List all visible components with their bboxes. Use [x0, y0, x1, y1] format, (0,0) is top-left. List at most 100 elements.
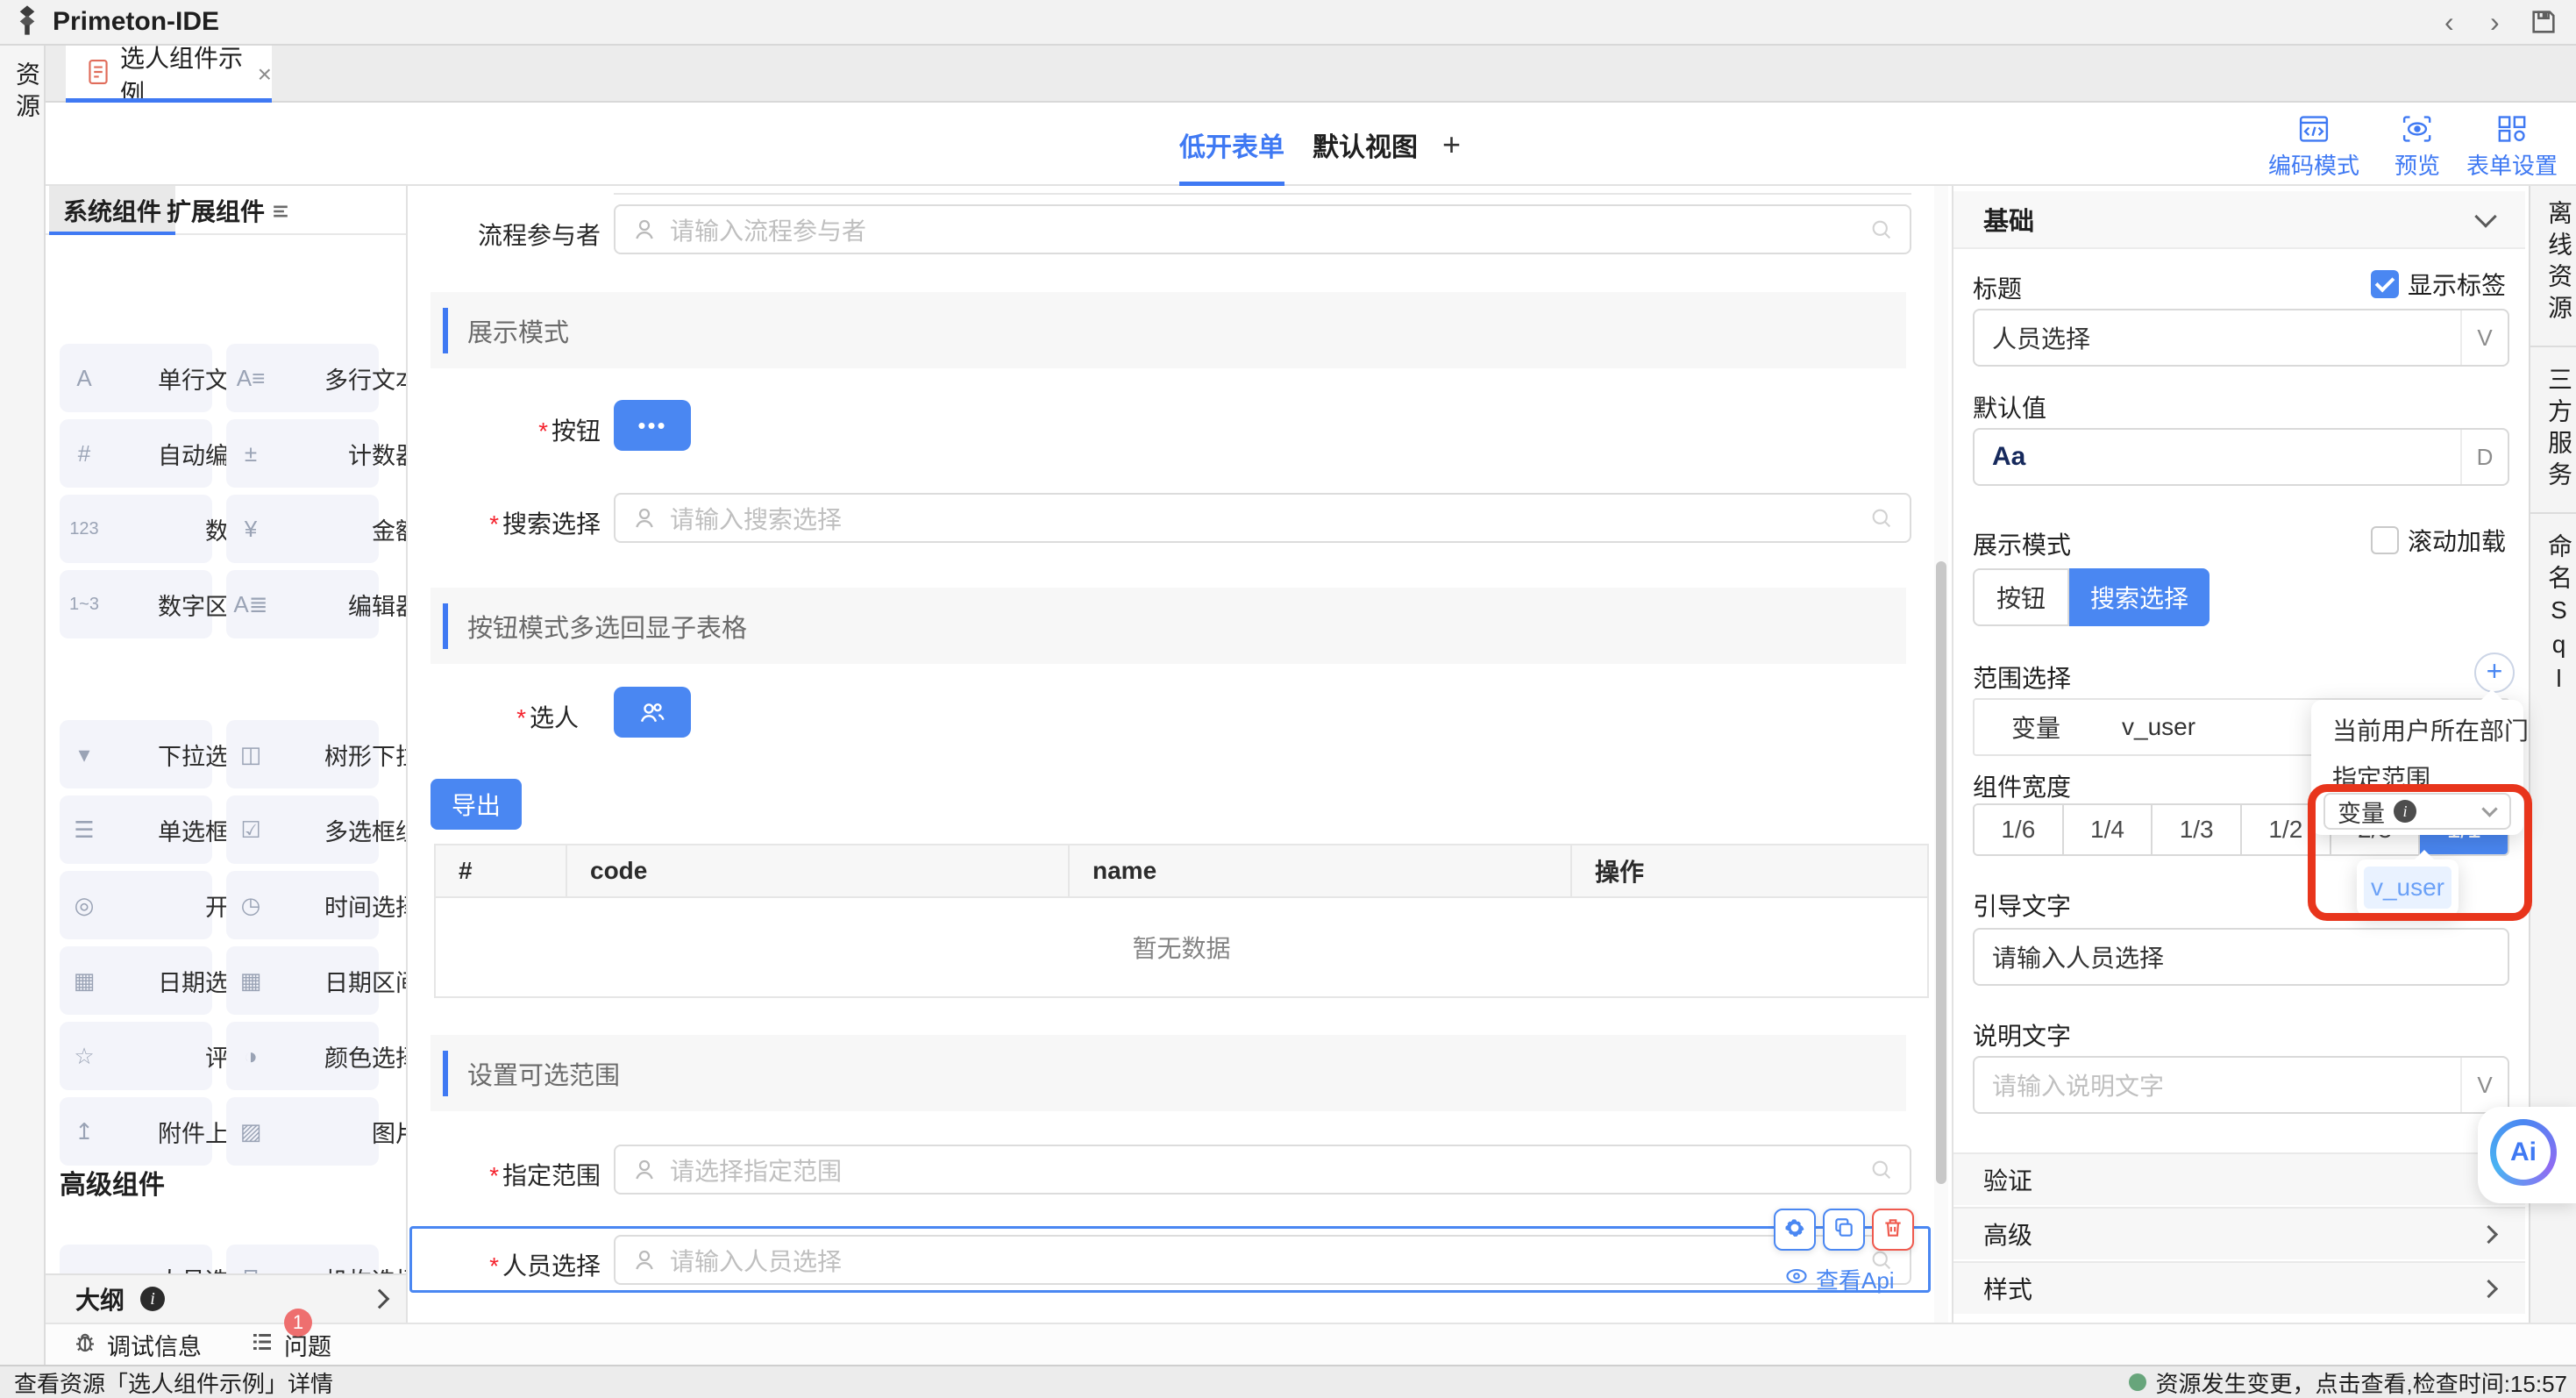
export-button[interactable]: 导出: [431, 779, 522, 830]
component-card-auto-number[interactable]: #自动编号: [60, 419, 212, 488]
component-card-amount[interactable]: ¥金额: [226, 495, 379, 563]
code-mode-button[interactable]: 编码模式: [2257, 111, 2371, 181]
participant-input[interactable]: 请输入流程参与者: [614, 204, 1911, 254]
add-view-tab-button[interactable]: +: [1442, 103, 1461, 186]
field-copy-button[interactable]: [1823, 1209, 1865, 1251]
component-card-radio-group[interactable]: ☰单选框组: [60, 795, 212, 864]
scrollbar-thumb[interactable]: [1936, 561, 1946, 1184]
variable-suffix-button[interactable]: V: [2460, 310, 2508, 365]
component-card-counter[interactable]: ±计数器: [226, 419, 379, 488]
segment-search-select-mode[interactable]: 搜索选择: [2069, 568, 2210, 626]
tab-extension-components[interactable]: 扩展组件: [153, 186, 279, 235]
component-card-color-picker[interactable]: ◑颜色选择: [226, 1022, 379, 1090]
component-card-person-picker[interactable]: ○人员选择: [60, 1245, 212, 1273]
field-label-button: *按钮: [408, 412, 601, 447]
default-value-input[interactable]: Aa D: [1973, 428, 2509, 486]
history-back-icon[interactable]: ‹: [2444, 0, 2454, 44]
status-left-text[interactable]: 查看资源「选人组件示例」详情: [14, 1366, 333, 1398]
prop-label-display-mode: 展示模式: [1973, 526, 2071, 561]
specified-range-input[interactable]: 请选择指定范围: [614, 1145, 1911, 1195]
issues-count-badge: 1: [284, 1309, 312, 1337]
eye-icon: [1784, 1266, 1809, 1293]
right-rail-offline-resources[interactable]: 离线资源: [2530, 181, 2576, 347]
outline-bar[interactable]: 大纲: [46, 1273, 408, 1323]
right-rail-named-sql[interactable]: 命名Sql: [2530, 514, 2576, 718]
add-range-icon[interactable]: [2474, 653, 2515, 693]
width-option-1-6[interactable]: 1/6: [1975, 805, 2064, 854]
note-suffix-button[interactable]: V: [2460, 1058, 2508, 1112]
doc-tab-active[interactable]: 选人组件示例: [66, 46, 272, 103]
canvas-scrollbar[interactable]: [1934, 186, 1948, 1323]
chevron-right-icon: [2480, 1279, 2498, 1297]
field-label-person-select: *人员选择: [408, 1247, 601, 1282]
component-card-dropdown[interactable]: ▾下拉选择: [60, 720, 212, 788]
right-rail-third-party-services[interactable]: 三方服务: [2530, 347, 2576, 514]
checkbox-checked-icon[interactable]: [2371, 270, 2399, 298]
width-option-1-4[interactable]: 1/4: [2064, 805, 2153, 854]
component-card-attachment-upload[interactable]: ↥附件上传: [60, 1097, 212, 1166]
guide-text-input[interactable]: 请输入人员选择: [1973, 928, 2509, 986]
component-panel: 系统组件 扩展组件 输入组件 A单行文本 A≡多行文本 #自动编号 ±计数器 1…: [46, 186, 408, 1273]
component-card-multi-text[interactable]: A≡多行文本: [226, 344, 379, 412]
component-card-number-range[interactable]: 1~3数字区间: [60, 570, 212, 638]
person-select-input[interactable]: 请输入人员选择: [614, 1235, 1911, 1285]
field-delete-button[interactable]: [1872, 1209, 1914, 1251]
component-card-image[interactable]: ▨图片: [226, 1097, 379, 1166]
chevron-right-icon[interactable]: [370, 1289, 390, 1309]
section-validation[interactable]: 验证: [1953, 1152, 2525, 1205]
component-card-date-range[interactable]: ▦日期区间: [226, 946, 379, 1015]
ai-assistant-bubble[interactable]: Ai: [2478, 1107, 2576, 1203]
component-card-tree-dropdown[interactable]: ◫树形下拉: [226, 720, 379, 788]
form-settings-button[interactable]: 表单设置: [2455, 111, 2569, 181]
properties-section-basic[interactable]: 基础: [1953, 191, 2525, 249]
search-icon: [1869, 1158, 1894, 1182]
debug-info-button[interactable]: 调试信息: [72, 1328, 202, 1362]
component-card-number[interactable]: 123数字: [60, 495, 212, 563]
component-card-date-picker[interactable]: ▦日期选择: [60, 946, 212, 1015]
component-card-editor[interactable]: A≣编辑器: [226, 570, 379, 638]
search-icon: [1869, 218, 1894, 242]
component-card-rating[interactable]: ☆评分: [60, 1022, 212, 1090]
table-header-name: name: [1070, 845, 1572, 896]
history-forward-icon[interactable]: ›: [2490, 0, 2500, 44]
prop-label-default: 默认值: [1973, 389, 2046, 424]
save-icon[interactable]: [2529, 0, 2558, 44]
app-title: Primeton-IDE: [53, 7, 219, 37]
picker-button[interactable]: •••: [614, 400, 691, 451]
show-label-checkbox[interactable]: 显示标签: [2371, 267, 2506, 302]
component-card-org-picker[interactable]: 品机构选择: [226, 1245, 379, 1273]
ai-icon[interactable]: Ai: [2490, 1119, 2557, 1186]
search-select-input[interactable]: 请输入搜索选择: [614, 493, 1911, 543]
view-api-link[interactable]: 查看Api: [1784, 1263, 1895, 1295]
checkbox-unchecked-icon[interactable]: [2371, 526, 2399, 554]
segment-button-mode[interactable]: 按钮: [1973, 568, 2069, 626]
tab-lowcode-form[interactable]: 低开表单: [1179, 103, 1284, 186]
component-card-time-picker[interactable]: ◷时间选择: [226, 871, 379, 939]
component-card-checkbox-group[interactable]: ☑多选框组: [226, 795, 379, 864]
close-icon[interactable]: [258, 61, 272, 89]
title-value-input[interactable]: 人员选择 V: [1973, 309, 2509, 367]
dropdown-option-current-department[interactable]: 当前用户所在部门: [2332, 712, 2523, 747]
width-option-1-3[interactable]: 1/3: [2153, 805, 2242, 854]
prop-label-width: 组件宽度: [1973, 768, 2071, 803]
person-icon: [631, 217, 658, 243]
table-header-actions: 操作: [1572, 845, 1927, 896]
tab-default-view[interactable]: 默认视图: [1313, 103, 1418, 186]
scroll-load-checkbox[interactable]: 滚动加载: [2371, 523, 2506, 558]
default-suffix-button[interactable]: D: [2460, 430, 2508, 484]
field-settings-button[interactable]: [1774, 1209, 1816, 1251]
left-rail-resources[interactable]: 资源: [0, 61, 44, 125]
component-list-icon[interactable]: [269, 200, 292, 227]
prop-label-range-select: 范围选择: [1973, 660, 2071, 695]
status-right[interactable]: 资源发生变更，点击查看,检查时间:15:57: [2129, 1366, 2567, 1398]
outline-label: 大纲: [75, 1281, 125, 1316]
component-card-switch[interactable]: ◎开关: [60, 871, 212, 939]
section-style[interactable]: 样式: [1953, 1261, 2525, 1314]
left-rail: 资源: [0, 46, 46, 1365]
person-icon: [631, 505, 658, 531]
section-advanced[interactable]: 高级: [1953, 1207, 2525, 1259]
debug-bar: 调试信息 问题 1: [46, 1323, 2576, 1365]
component-card-single-text[interactable]: A单行文本: [60, 344, 212, 412]
note-text-input[interactable]: 请输入说明文字 V: [1973, 1056, 2509, 1114]
person-picker-button[interactable]: [614, 687, 691, 738]
